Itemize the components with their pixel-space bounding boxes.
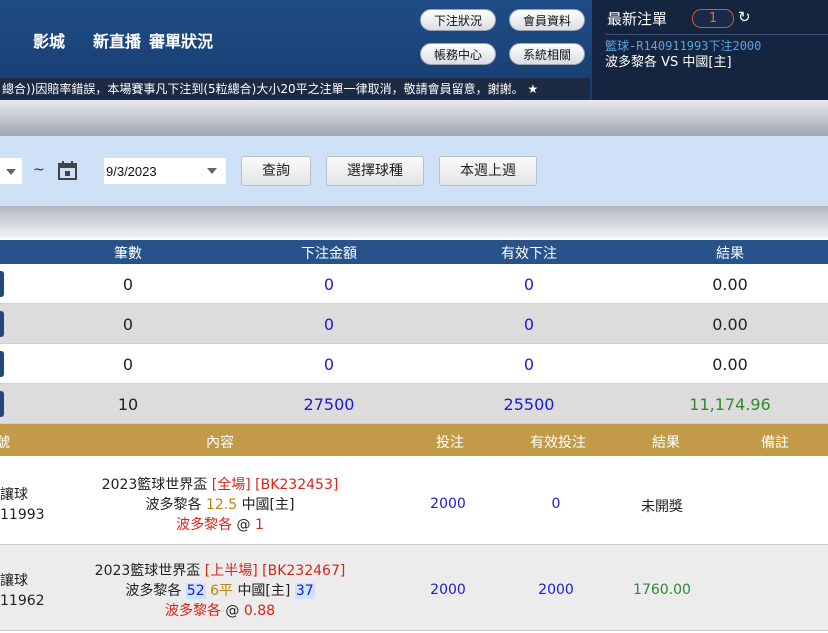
row-count: 0: [122, 355, 134, 374]
row-result: 0.00: [712, 315, 748, 334]
summary-table-header: 筆數 下注金額 有效下注 結果: [0, 240, 828, 264]
calendar-icon[interactable]: [58, 161, 77, 180]
bet-odds: 1: [254, 517, 264, 533]
chevron-down-icon[interactable]: [207, 168, 217, 174]
this-last-week-button[interactable]: 本週上週: [439, 156, 537, 186]
row-valid: 25500: [503, 395, 555, 414]
system-button[interactable]: 系統相關: [509, 43, 585, 65]
bet-content: 2023籃球世界盃 [上半場] [BK232467] 波多黎各 52 6平 中國…: [90, 561, 350, 621]
bet-pick: 波多黎各: [164, 603, 221, 619]
row-amount[interactable]: 0: [279, 275, 379, 294]
header-number: 號: [0, 435, 10, 451]
latest-bets-title: 最新注單: [607, 10, 668, 28]
bottom-band: [0, 206, 828, 238]
latest-bets-panel: 最新注單 1 ↻ 籃球-R140911993下注2000 波多黎各 VS 中國[…: [592, 0, 828, 100]
account-center-button[interactable]: 帳務中心: [420, 43, 496, 65]
row-amount[interactable]: 0: [279, 315, 379, 334]
bet-id: 11962: [0, 593, 45, 609]
refresh-icon[interactable]: ↻: [738, 8, 751, 26]
bet-result: 1760.00: [633, 582, 691, 598]
row-expand-tab[interactable]: [0, 271, 4, 297]
summary-row: 0 0 0 0.00: [0, 304, 828, 344]
row-result: 11,174.96: [689, 395, 771, 414]
row-count: 0: [122, 315, 134, 334]
row-expand-tab[interactable]: [0, 351, 4, 377]
at-sign: @: [236, 517, 251, 533]
period: [全場]: [211, 477, 251, 493]
stake: 2000: [430, 496, 466, 512]
header-count: 筆數: [114, 246, 142, 262]
row-count: 0: [122, 275, 134, 294]
summary-row: 10 27500 25500 11,174.96: [0, 384, 828, 424]
row-expand-tab[interactable]: [0, 311, 4, 337]
table-row: 讓球 11993 2023籃球世界盃 [全場] [BK232453] 波多黎各 …: [0, 459, 828, 545]
bet-pick: 波多黎各: [176, 517, 233, 533]
bet-type: 讓球: [0, 573, 28, 589]
nav-item-review-status[interactable]: 審單狀況: [149, 28, 213, 52]
bet-status-button[interactable]: 下注狀況: [420, 9, 496, 31]
header-bet-amount: 下注金額: [301, 246, 357, 262]
row-result: 0.00: [712, 275, 748, 294]
bet-odds: 0.88: [243, 603, 276, 619]
header-stake: 投注: [436, 435, 464, 451]
header-result: 結果: [716, 246, 744, 262]
stake: 2000: [430, 582, 466, 598]
row-amount[interactable]: 27500: [279, 395, 379, 414]
row-count: 10: [117, 395, 139, 414]
main-nav: 影城 新直播 審單狀況: [33, 28, 241, 52]
valid-stake: 2000: [538, 582, 574, 598]
chevron-down-icon: [6, 169, 16, 175]
home-score: 52: [185, 583, 206, 599]
row-expand-tab[interactable]: [0, 391, 4, 417]
home-team: 波多黎各: [125, 583, 182, 599]
handicap-line: 6平: [210, 583, 233, 599]
table-row: 讓球 11962 2023籃球世界盃 [上半場] [BK232467] 波多黎各…: [0, 545, 828, 631]
bet-result: 未開獎: [641, 499, 683, 515]
match-code: [BK232467]: [262, 563, 346, 579]
match-code: [BK232453]: [255, 477, 339, 493]
nav-item-cinema[interactable]: 影城: [33, 28, 65, 52]
bet-type: 讓球: [0, 487, 28, 503]
away-team: 中國[主]: [237, 583, 291, 599]
summary-row: 0 0 0 0.00: [0, 344, 828, 384]
header-result: 結果: [652, 435, 680, 451]
valid-stake: 0: [551, 496, 561, 512]
bet-type-cell: 讓球 11993: [0, 485, 45, 525]
row-amount[interactable]: 0: [279, 355, 379, 374]
home-team: 波多黎各: [145, 497, 202, 513]
header-remark: 備註: [761, 435, 789, 451]
announcement-marquee: 總合))因賠率錯誤，本場賽事凡下注到(5粒總合)大小20平之注單一律取消，敬請會…: [0, 78, 590, 100]
top-header: 影城 新直播 審單狀況 下注狀況 會員資料 帳務中心 系統相關 總合))因賠率錯…: [0, 0, 828, 100]
league: 2023籃球世界盃: [94, 563, 201, 579]
league: 2023籃球世界盃: [101, 477, 208, 493]
away-score: 37: [294, 583, 315, 599]
row-valid: 0: [523, 315, 535, 334]
header-valid-bet: 有效下注: [501, 246, 557, 262]
divider: [605, 34, 828, 35]
latest-bets-count: 1: [692, 9, 734, 28]
row-valid: 0: [523, 275, 535, 294]
latest-bet-match: 波多黎各 VS 中國[主]: [605, 55, 732, 70]
row-valid: 0: [523, 355, 535, 374]
bet-id: 11993: [0, 507, 45, 523]
top-band: [0, 100, 828, 136]
header-valid-stake: 有效投注: [530, 435, 586, 451]
member-info-button[interactable]: 會員資料: [509, 9, 585, 31]
handicap-line: 12.5: [205, 497, 238, 513]
header-content: 內容: [206, 435, 234, 451]
detail-table-header: 號 內容 投注 有效投注 結果 備註: [0, 424, 828, 456]
query-button[interactable]: 查詢: [241, 156, 311, 186]
start-date-select[interactable]: [0, 158, 22, 184]
date-range-separator: ~: [33, 162, 45, 178]
select-sport-button[interactable]: 選擇球種: [326, 156, 424, 186]
at-sign: @: [225, 603, 240, 619]
period: [上半場]: [204, 563, 258, 579]
away-team: 中國[主]: [241, 497, 295, 513]
nav-item-new-live[interactable]: 新直播: [93, 28, 141, 52]
summary-row: 0 0 0 0.00: [0, 264, 828, 304]
bet-type-cell: 讓球 11962: [0, 571, 45, 611]
row-result: 0.00: [712, 355, 748, 374]
bet-content: 2023籃球世界盃 [全場] [BK232453] 波多黎各 12.5 中國[主…: [90, 475, 350, 535]
